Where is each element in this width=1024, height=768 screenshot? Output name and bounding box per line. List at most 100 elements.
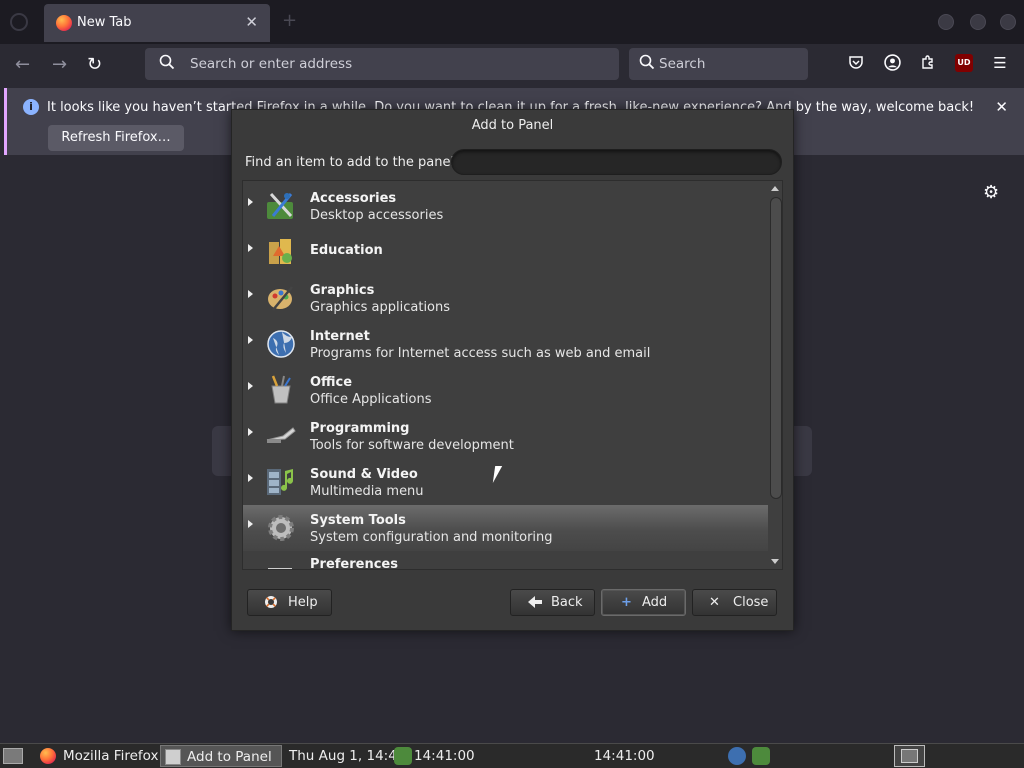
taskbar-item-label: Add to Panel [187, 749, 272, 765]
back-label: Back [551, 595, 583, 610]
item-description: Tools for software development [310, 438, 514, 453]
list-item-graphics[interactable]: Graphics Graphics applications [243, 275, 768, 321]
programming-icon [265, 420, 297, 452]
internet-icon [265, 328, 297, 360]
info-icon: i [23, 99, 39, 115]
education-icon [265, 236, 297, 268]
help-label: Help [288, 595, 318, 610]
item-name: System Tools [310, 513, 406, 528]
find-label: Find an item to add to the panel: [245, 155, 459, 170]
scrollbar-thumb[interactable] [770, 197, 782, 499]
list-item-accessories[interactable]: Accessories Desktop accessories [243, 183, 768, 229]
item-name: Programming [310, 421, 410, 436]
preferences-icon [265, 560, 297, 569]
expand-arrow-icon[interactable] [248, 474, 253, 482]
dialog-icon [165, 749, 181, 765]
workspace-preview [901, 749, 918, 763]
list-item-education[interactable]: Education [243, 229, 768, 275]
expand-arrow-icon[interactable] [248, 198, 253, 206]
list-item-programming[interactable]: Programming Tools for software developme… [243, 413, 768, 459]
close-button[interactable]: ✕ Close [692, 589, 777, 616]
item-name: Graphics [310, 283, 375, 298]
close-icon: ✕ [709, 595, 720, 610]
extensions-icon[interactable] [919, 54, 937, 72]
expand-arrow-icon[interactable] [248, 382, 253, 390]
expand-arrow-icon[interactable] [248, 290, 253, 298]
show-desktop-icon[interactable] [3, 748, 23, 764]
menu-icon[interactable]: ☰ [991, 54, 1009, 72]
list-item-system-tools[interactable]: System Tools System configuration and mo… [243, 505, 768, 551]
item-list: Accessories Desktop accessories Educatio… [242, 180, 783, 570]
item-description: Desktop accessories [310, 208, 444, 223]
back-arrow-icon [527, 595, 543, 613]
item-name: Preferences [310, 557, 398, 570]
list-item-preferences[interactable]: Preferences [243, 553, 768, 570]
taskbar: Mozilla Firefox Add to Panel Thu Aug 1, … [0, 743, 1024, 768]
item-name: Sound & Video [310, 467, 418, 482]
account-icon[interactable] [883, 54, 901, 72]
graphics-icon [265, 282, 297, 314]
item-name: Accessories [310, 191, 397, 206]
close-label: Close [733, 595, 769, 610]
add-button[interactable]: + Add [601, 589, 686, 616]
list-item-sound-video[interactable]: Sound & Video Multimedia menu [243, 459, 768, 505]
back-arrow-icon[interactable]: ← [15, 54, 30, 75]
search-icon [639, 54, 655, 74]
clock-center[interactable]: 14:41:00 [594, 748, 655, 764]
list-item-internet[interactable]: Internet Programs for Internet access su… [243, 321, 768, 367]
expand-arrow-icon[interactable] [248, 244, 253, 252]
expand-arrow-icon[interactable] [248, 336, 253, 344]
firefox-icon [40, 748, 56, 764]
search-placeholder: Search [659, 56, 706, 72]
system-tools-icon [265, 512, 297, 544]
help-icon [264, 595, 278, 613]
item-name: Education [310, 243, 383, 258]
new-tab-icon[interactable]: + [282, 10, 297, 31]
search-bar[interactable]: Search [629, 48, 808, 80]
expand-arrow-icon[interactable] [248, 520, 253, 528]
office-icon [265, 374, 297, 406]
date-time[interactable]: Thu Aug 1, 14:41 [289, 748, 405, 764]
pocket-icon[interactable] [847, 54, 865, 72]
tab-bar: New Tab ✕ + [0, 0, 1024, 44]
reload-icon[interactable]: ↻ [87, 54, 102, 75]
taskbar-item-add-to-panel[interactable]: Add to Panel [160, 745, 282, 767]
item-description: System configuration and monitoring [310, 530, 553, 545]
internet-icon[interactable] [728, 747, 746, 765]
help-button[interactable]: Help [247, 589, 332, 616]
close-window-button[interactable] [1000, 14, 1016, 30]
tab-title: New Tab [77, 15, 132, 30]
firefox-view-button[interactable] [10, 13, 28, 31]
item-description: Multimedia menu [310, 484, 424, 499]
back-button[interactable]: Back [510, 589, 595, 616]
expand-arrow-icon[interactable] [248, 428, 253, 436]
find-input[interactable] [451, 149, 782, 175]
search-icon [159, 54, 175, 74]
address-bar[interactable]: Search or enter address [145, 48, 619, 80]
clock-small: 14:41:00 [414, 748, 475, 764]
ublock-origin-icon[interactable]: UD [955, 54, 973, 72]
accessories-icon[interactable] [394, 747, 412, 765]
scroll-down-icon[interactable] [771, 559, 779, 564]
taskbar-item-firefox[interactable]: Mozilla Firefox [36, 745, 159, 767]
tab-new-tab[interactable]: New Tab ✕ [44, 4, 270, 42]
list-item-office[interactable]: Office Office Applications [243, 367, 768, 413]
accessories-icon[interactable] [752, 747, 770, 765]
scroll-up-icon[interactable] [771, 186, 779, 191]
item-description: Graphics applications [310, 300, 451, 315]
close-tab-icon[interactable]: ✕ [245, 13, 258, 31]
forward-arrow-icon[interactable]: → [52, 54, 67, 75]
item-name: Office [310, 375, 353, 390]
workspace-switcher[interactable] [894, 745, 925, 767]
refresh-firefox-button[interactable]: Refresh Firefox… [48, 125, 184, 151]
close-notification-icon[interactable]: ✕ [995, 98, 1008, 116]
address-placeholder: Search or enter address [190, 56, 353, 72]
minimize-window-button[interactable] [938, 14, 954, 30]
dialog-title: Add to Panel [471, 118, 554, 133]
gear-icon[interactable]: ⚙ [983, 182, 999, 203]
plus-icon: + [621, 595, 632, 610]
list-scrollbar[interactable] [769, 185, 782, 567]
maximize-window-button[interactable] [970, 14, 986, 30]
item-description: Programs for Internet access such as web… [310, 346, 651, 361]
item-description: Office Applications [310, 392, 432, 407]
